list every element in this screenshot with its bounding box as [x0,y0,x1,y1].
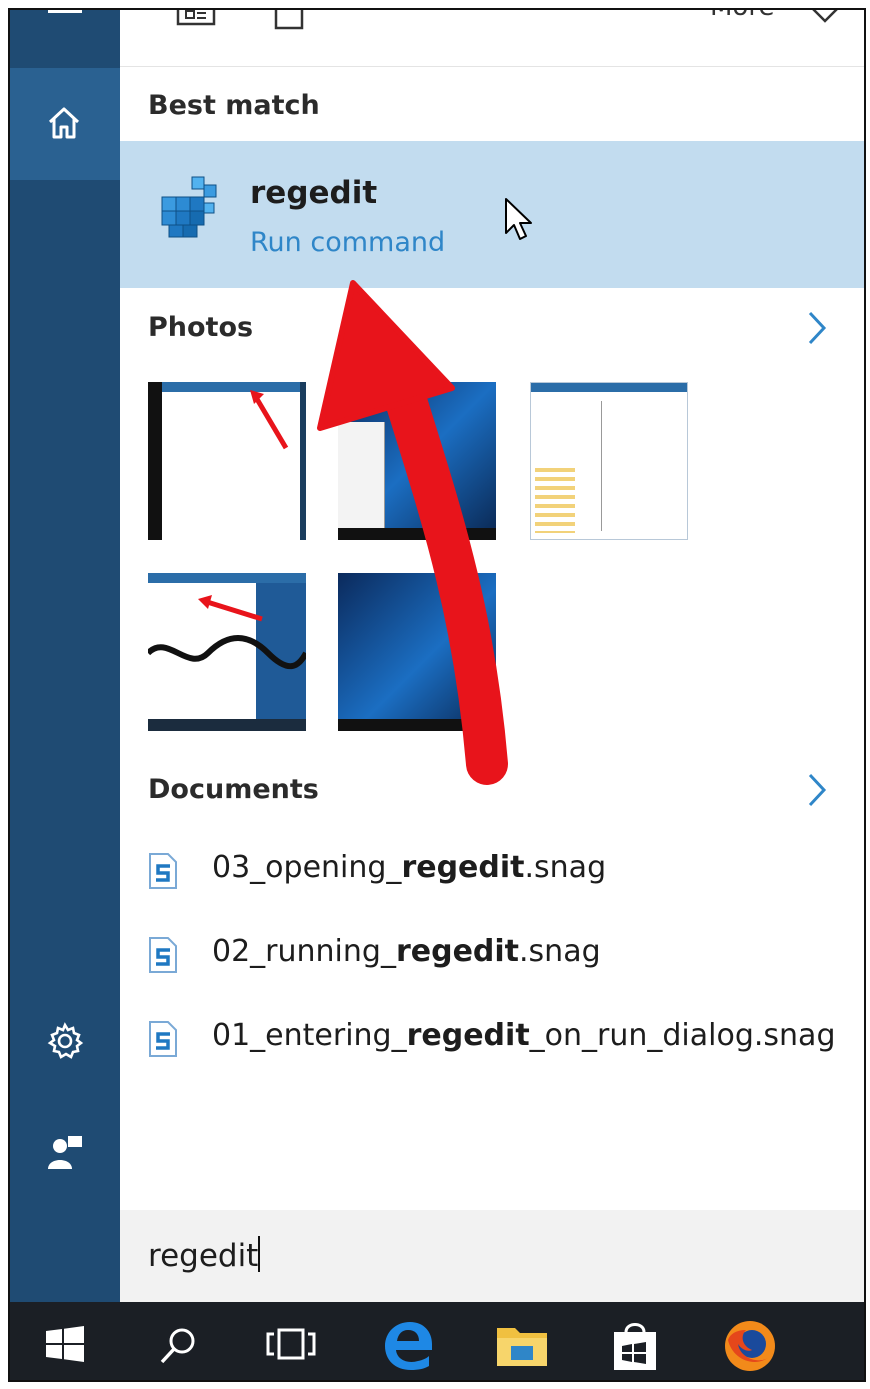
document-name-prefix: 03_opening_ [212,850,402,885]
search-input[interactable]: regedit [148,1238,258,1274]
snag-file-icon [149,937,177,973]
taskbar [10,1302,864,1380]
settings-gear-icon[interactable] [46,1022,84,1060]
hamburger-icon[interactable] [48,10,82,17]
edge-browser-icon[interactable] [382,1320,434,1370]
home-icon [48,107,80,139]
best-match-heading: Best match [148,90,320,121]
search-box[interactable]: regedit [120,1210,864,1302]
snag-file-icon [149,1021,177,1057]
filter-strip: More [120,10,864,67]
photo-thumbnail-4[interactable] [148,573,306,731]
photo-thumbnail-3[interactable] [530,382,688,540]
document-name-prefix: 02_running_ [212,934,396,969]
documents-heading: Documents [148,774,319,805]
document-name-match: regedit [401,850,525,885]
best-match-type: Run command [250,227,446,258]
task-view-icon[interactable] [266,1326,316,1362]
document-name-prefix: 01_entering_ [212,1018,407,1053]
document-name-suffix: _on_run_dialog.snag [529,1018,836,1053]
photo-thumbnail-1[interactable] [148,382,306,540]
start-search-panel: More Best match [8,8,866,1382]
store-icon[interactable] [610,1320,660,1372]
more-filters-label[interactable]: More [710,10,774,22]
best-match-name: regedit [250,175,378,211]
file-explorer-icon[interactable] [495,1322,549,1368]
photos-chevron-right-icon[interactable] [806,310,828,346]
documents-chevron-right-icon[interactable] [806,772,828,808]
document-name-match: regedit [395,934,520,969]
document-name-suffix: .snag [524,850,607,885]
photo-thumbnail-5[interactable] [338,573,496,731]
best-match-result[interactable]: regedit Run command [120,141,864,288]
home-button[interactable] [10,68,120,180]
chevron-down-icon[interactable] [810,8,840,24]
search-icon[interactable] [158,1326,198,1366]
text-caret [258,1236,261,1272]
search-results: More Best match [120,10,864,1302]
photos-heading: Photos [148,312,254,343]
user-feedback-icon[interactable] [46,1133,84,1171]
firefox-icon[interactable] [722,1318,778,1374]
documents-filter-icon[interactable] [273,8,305,30]
document-name-suffix: .snag [519,934,601,969]
mouse-pointer-icon [505,198,532,240]
left-rail [10,10,120,1302]
photo-thumbnail-2[interactable] [338,382,496,540]
regedit-app-icon [161,176,217,238]
snag-file-icon [149,853,177,889]
apps-filter-icon[interactable] [176,8,216,26]
windows-start-icon[interactable] [46,1326,84,1362]
document-name-match: regedit [406,1018,530,1053]
